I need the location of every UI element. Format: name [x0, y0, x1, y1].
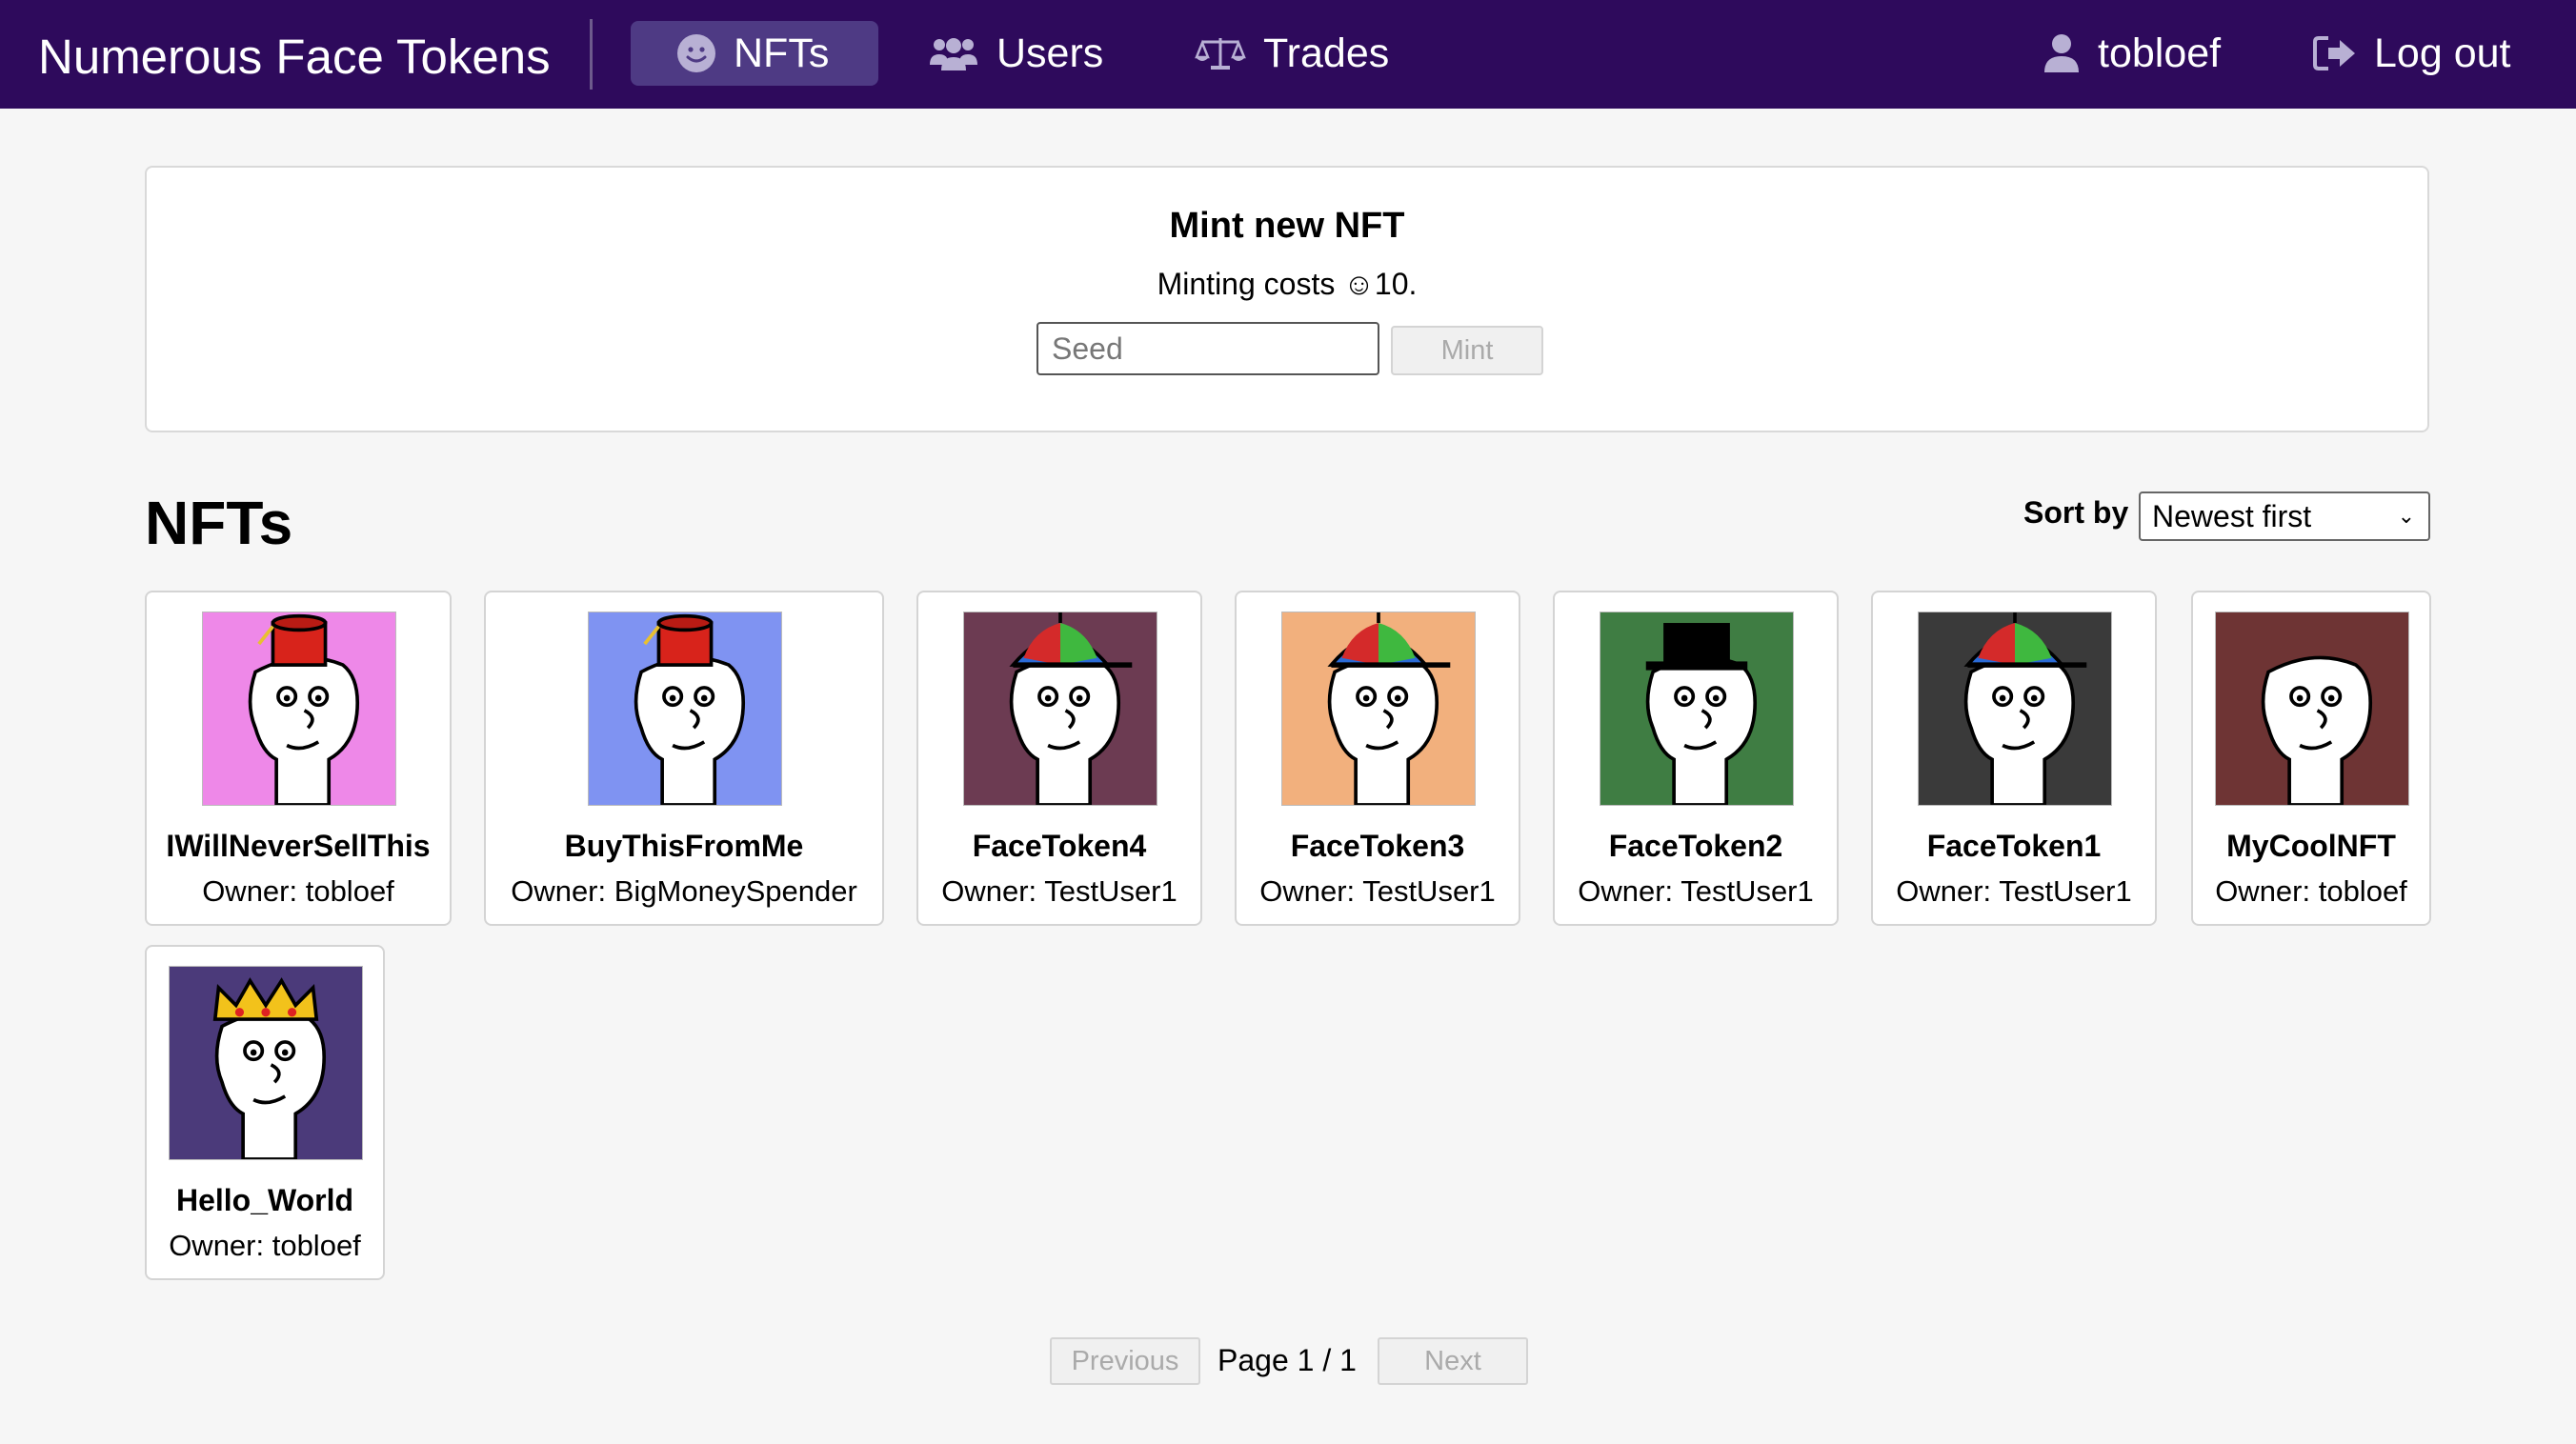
nft-owner: Owner: TestUser1	[941, 874, 1177, 908]
nft-image	[202, 612, 396, 806]
nft-name: BuyThisFromMe	[564, 829, 804, 863]
nft-name: IWillNeverSellThis	[166, 829, 431, 863]
nft-card[interactable]: FaceToken1 Owner: TestUser1	[1871, 591, 2157, 926]
nav-label-nfts: NFTs	[734, 30, 830, 76]
nft-owner: Owner: tobloef	[2215, 874, 2407, 908]
previous-page-button[interactable]: Previous	[1050, 1337, 1200, 1385]
nft-image	[963, 612, 1157, 806]
nft-image	[1281, 612, 1476, 806]
nft-owner: Owner: BigMoneySpender	[511, 874, 857, 908]
sort-label: Sort by	[2023, 495, 2129, 530]
logout-button[interactable]: Log out	[2313, 21, 2542, 86]
nft-owner: Owner: tobloef	[202, 874, 394, 908]
nft-name: MyCoolNFT	[2226, 829, 2396, 863]
app-title[interactable]: Numerous Face Tokens	[38, 0, 551, 109]
mint-cost-text: Minting costs ☺10.	[1157, 267, 1418, 301]
nav-item-nfts[interactable]: NFTs	[631, 21, 878, 86]
nft-card[interactable]: IWillNeverSellThis Owner: tobloef	[145, 591, 452, 926]
nft-owner: Owner: TestUser1	[1578, 874, 1814, 908]
mint-button[interactable]: Mint	[1391, 326, 1543, 375]
nav-item-current-user[interactable]: tobloef	[2043, 21, 2252, 86]
nft-card[interactable]: FaceToken4 Owner: TestUser1	[916, 591, 1202, 926]
logout-icon	[2313, 34, 2357, 72]
mint-panel: Mint new NFT Minting costs ☺10. Mint	[145, 166, 2429, 432]
nft-owner: Owner: tobloef	[169, 1229, 361, 1262]
smiley-icon	[676, 33, 716, 73]
chevron-down-icon: ⌄	[2397, 504, 2415, 528]
nav-label-users: Users	[996, 30, 1104, 76]
nft-image	[1918, 612, 2112, 806]
nft-image	[1600, 612, 1794, 806]
sort-select[interactable]: Newest first ⌄	[2139, 491, 2430, 541]
scales-icon	[1195, 34, 1246, 72]
nft-owner: Owner: TestUser1	[1259, 874, 1496, 908]
nft-owner: Owner: TestUser1	[1896, 874, 2132, 908]
nft-name: FaceToken3	[1290, 829, 1465, 863]
nft-name: FaceToken1	[1926, 829, 2102, 863]
nft-card[interactable]: FaceToken2 Owner: TestUser1	[1553, 591, 1839, 926]
seed-input[interactable]	[1036, 322, 1379, 375]
nav-item-trades[interactable]: Trades	[1191, 21, 1439, 86]
nft-card[interactable]: FaceToken3 Owner: TestUser1	[1235, 591, 1520, 926]
nav-label-logout: Log out	[2374, 30, 2511, 76]
nft-name: FaceToken2	[1608, 829, 1783, 863]
nft-image	[588, 612, 782, 806]
nav-label-user: tobloef	[2098, 30, 2222, 76]
nft-card[interactable]: BuyThisFromMe Owner: BigMoneySpender	[484, 591, 884, 926]
nft-image	[169, 966, 363, 1160]
mint-title: Mint new NFT	[1169, 206, 1405, 246]
nav-label-trades: Trades	[1263, 30, 1390, 76]
nft-image	[2215, 612, 2409, 806]
top-navbar: Numerous Face Tokens NFTs Users Trades t…	[0, 0, 2576, 109]
nft-card[interactable]: MyCoolNFT Owner: tobloef	[2191, 591, 2431, 926]
page-indicator: Page 1 / 1	[1218, 1343, 1357, 1377]
users-icon	[928, 34, 979, 72]
nft-name: FaceToken4	[972, 829, 1147, 863]
nft-card[interactable]: Hello_World Owner: tobloef	[145, 945, 385, 1280]
user-icon	[2043, 33, 2081, 73]
nfts-heading: NFTs	[145, 489, 293, 557]
nav-divider	[590, 19, 593, 90]
nft-name: Hello_World	[175, 1183, 354, 1217]
next-page-button[interactable]: Next	[1378, 1337, 1528, 1385]
nav-item-users[interactable]: Users	[924, 21, 1134, 86]
sort-selected-value: Newest first	[2152, 499, 2312, 533]
